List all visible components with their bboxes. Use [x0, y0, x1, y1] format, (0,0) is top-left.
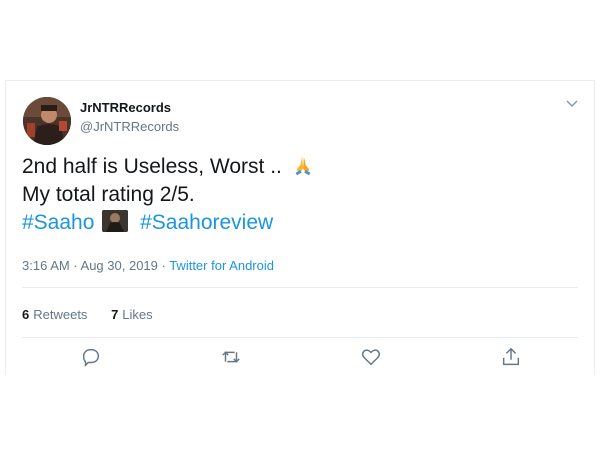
- heart-icon[interactable]: [360, 346, 382, 368]
- tweet-card: JrNTRRecords @JrNTRRecords 2nd half is U…: [5, 80, 595, 375]
- retweet-icon[interactable]: [220, 346, 242, 368]
- divider: [22, 287, 578, 288]
- retweets-stat[interactable]: 6 Retweets: [22, 307, 87, 322]
- share-icon[interactable]: [500, 346, 522, 368]
- tweet-line-1-text: 2nd half is Useless, Worst ..: [22, 155, 282, 178]
- tweet-actions: [6, 346, 594, 370]
- display-name[interactable]: JrNTRRecords: [80, 100, 171, 115]
- tweet-text: 2nd half is Useless, Worst .. My total r…: [22, 153, 314, 237]
- tweet-line-1: 2nd half is Useless, Worst ..: [22, 153, 314, 181]
- likes-count: 7: [111, 307, 119, 322]
- chevron-down-icon[interactable]: [564, 97, 580, 111]
- retweets-count: 6: [22, 307, 30, 322]
- tweet-source[interactable]: Twitter for Android: [169, 258, 274, 273]
- likes-stat[interactable]: 7 Likes: [111, 307, 153, 322]
- tweet-line-3: #Saaho #Saahoreview: [22, 209, 314, 237]
- hashtag-saaho[interactable]: #Saaho: [22, 211, 94, 234]
- divider: [22, 337, 578, 338]
- hashtag-saahoreview[interactable]: #Saahoreview: [140, 211, 273, 234]
- avatar[interactable]: [23, 97, 71, 145]
- saaho-emoji-image: [102, 210, 129, 232]
- tweet-line-2: My total rating 2/5.: [22, 183, 195, 206]
- folded-hands-emoji: [292, 154, 314, 184]
- tweet-meta: 3:16 AM · Aug 30, 2019 · Twitter for And…: [22, 258, 274, 273]
- tweet-stats: 6 Retweets 7 Likes: [22, 307, 173, 322]
- reply-icon[interactable]: [80, 346, 102, 368]
- user-handle[interactable]: @JrNTRRecords: [80, 119, 179, 134]
- retweets-label: Retweets: [33, 307, 88, 322]
- tweet-timestamp[interactable]: 3:16 AM · Aug 30, 2019 ·: [22, 258, 169, 273]
- likes-label: Likes: [122, 307, 153, 322]
